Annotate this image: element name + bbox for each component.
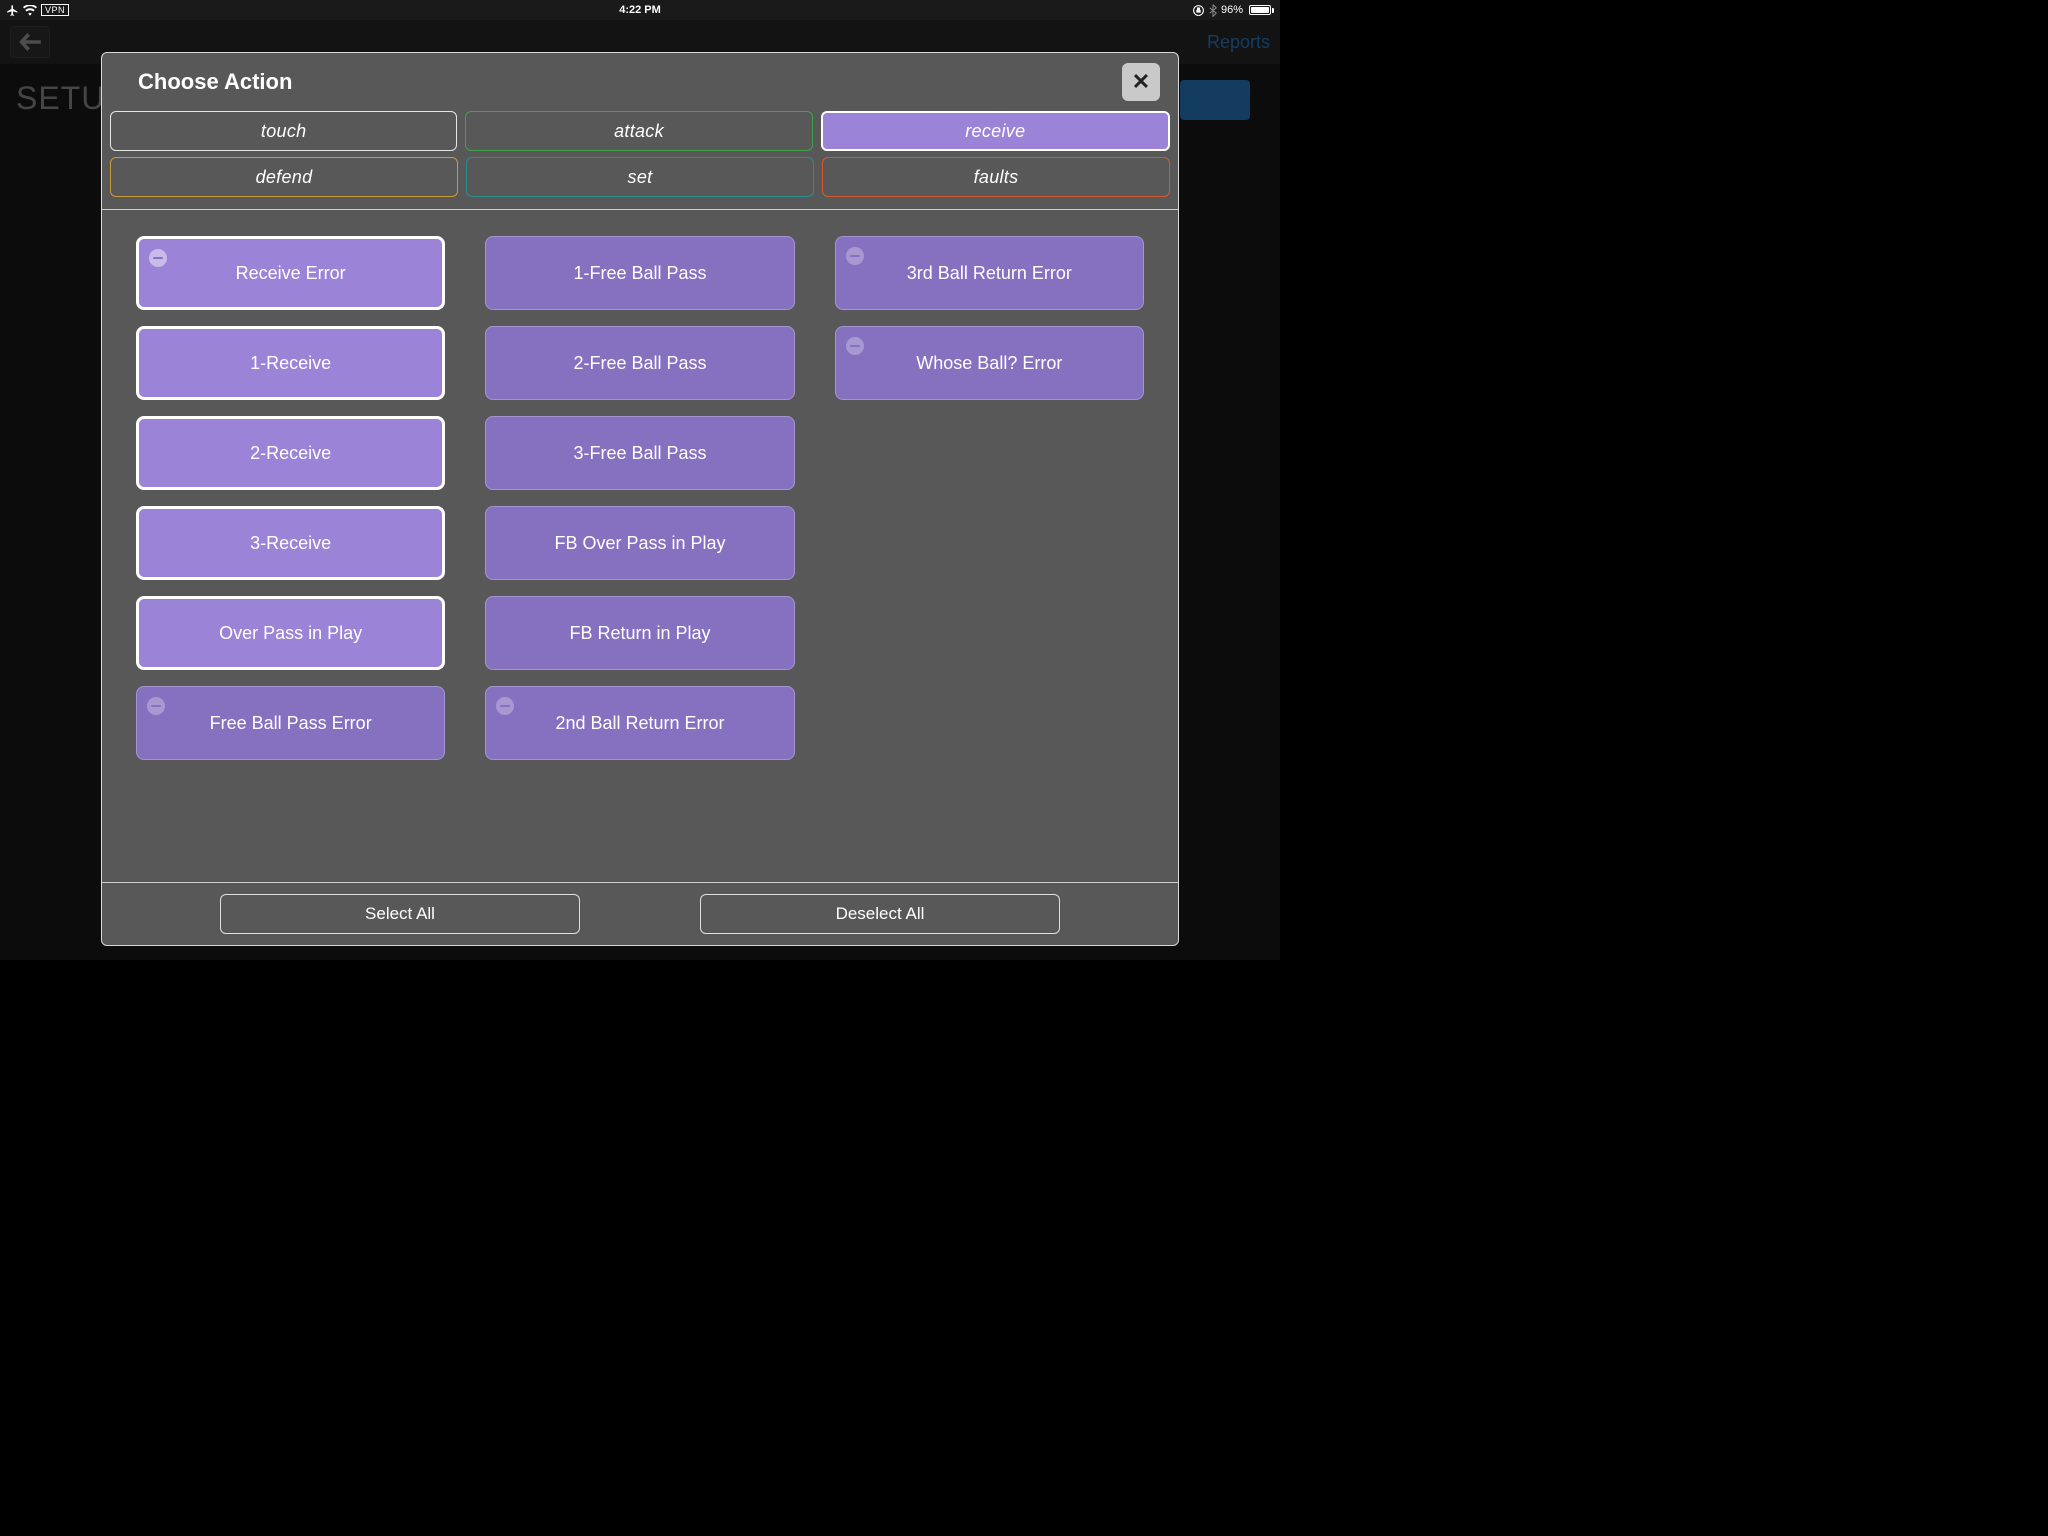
orientation-lock-icon: [1192, 4, 1205, 17]
action-label: FB Return in Play: [569, 623, 710, 644]
minus-icon: [149, 249, 167, 267]
deselect-all-button[interactable]: Deselect All: [700, 894, 1060, 934]
action-label: Receive Error: [236, 263, 346, 284]
modal-title: Choose Action: [138, 69, 292, 95]
battery-percent: 96%: [1221, 4, 1243, 16]
airplane-icon: [6, 4, 19, 17]
category-receive[interactable]: receive: [821, 111, 1170, 151]
close-icon: ✕: [1132, 69, 1150, 95]
action-button[interactable]: FB Return in Play: [485, 596, 794, 670]
status-right: 96%: [1192, 4, 1274, 17]
vpn-badge: VPN: [41, 4, 69, 16]
category-faults[interactable]: faults: [822, 157, 1170, 197]
category-filters: touch attack receive defend set faults: [102, 111, 1178, 203]
action-button[interactable]: 3rd Ball Return Error: [835, 236, 1144, 310]
action-column: Receive Error 1-Receive 2-Receive 3-Receive…: [136, 236, 445, 760]
action-label: FB Over Pass in Play: [554, 533, 725, 554]
battery-icon: [1247, 5, 1274, 15]
action-column: 1-Free Ball Pass 2-Free Ball Pass 3-Free B…: [485, 236, 794, 760]
minus-icon: [496, 697, 514, 715]
action-button[interactable]: 2nd Ball Return Error: [485, 686, 794, 760]
category-set[interactable]: set: [466, 157, 814, 197]
action-button[interactable]: 2-Free Ball Pass: [485, 326, 794, 400]
status-time: 4:22 PM: [619, 4, 661, 16]
minus-icon: [846, 247, 864, 265]
action-label: 3-Free Ball Pass: [573, 443, 706, 464]
background-app: Reports SETUP Choose Action ✕ touch atta…: [0, 20, 1280, 960]
modal-header: Choose Action ✕: [102, 53, 1178, 111]
action-label: 2-Free Ball Pass: [573, 353, 706, 374]
action-column: 3rd Ball Return Error Whose Ball? Error: [835, 236, 1144, 760]
action-button[interactable]: 3-Free Ball Pass: [485, 416, 794, 490]
minus-icon: [147, 697, 165, 715]
action-button[interactable]: Receive Error: [136, 236, 445, 310]
action-grid: Receive Error 1-Receive 2-Receive 3-Receive…: [102, 210, 1178, 882]
action-button[interactable]: Over Pass in Play: [136, 596, 445, 670]
select-all-button[interactable]: Select All: [220, 894, 580, 934]
wifi-icon: [23, 5, 37, 16]
close-button[interactable]: ✕: [1122, 63, 1160, 101]
action-label: Free Ball Pass Error: [210, 713, 372, 734]
status-left: VPN: [6, 4, 69, 17]
action-button[interactable]: 1-Free Ball Pass: [485, 236, 794, 310]
action-button[interactable]: FB Over Pass in Play: [485, 506, 794, 580]
bluetooth-icon: [1209, 4, 1217, 17]
category-defend[interactable]: defend: [110, 157, 458, 197]
action-button[interactable]: 2-Receive: [136, 416, 445, 490]
minus-icon: [846, 337, 864, 355]
action-label: 1-Receive: [250, 353, 331, 374]
action-label: 2nd Ball Return Error: [555, 713, 724, 734]
action-label: 2-Receive: [250, 443, 331, 464]
action-button[interactable]: Free Ball Pass Error: [136, 686, 445, 760]
category-touch[interactable]: touch: [110, 111, 457, 151]
action-button[interactable]: 3-Receive: [136, 506, 445, 580]
action-label: 1-Free Ball Pass: [573, 263, 706, 284]
action-label: Whose Ball? Error: [916, 353, 1062, 374]
modal-footer: Select All Deselect All: [102, 883, 1178, 945]
choose-action-modal: Choose Action ✕ touch attack receive def…: [101, 52, 1179, 946]
action-button[interactable]: 1-Receive: [136, 326, 445, 400]
action-label: 3rd Ball Return Error: [907, 263, 1072, 284]
action-label: Over Pass in Play: [219, 623, 362, 644]
action-label: 3-Receive: [250, 533, 331, 554]
modal-overlay: Choose Action ✕ touch attack receive def…: [0, 20, 1280, 960]
category-attack[interactable]: attack: [465, 111, 812, 151]
status-bar: VPN 4:22 PM 96%: [0, 0, 1280, 20]
action-button[interactable]: Whose Ball? Error: [835, 326, 1144, 400]
